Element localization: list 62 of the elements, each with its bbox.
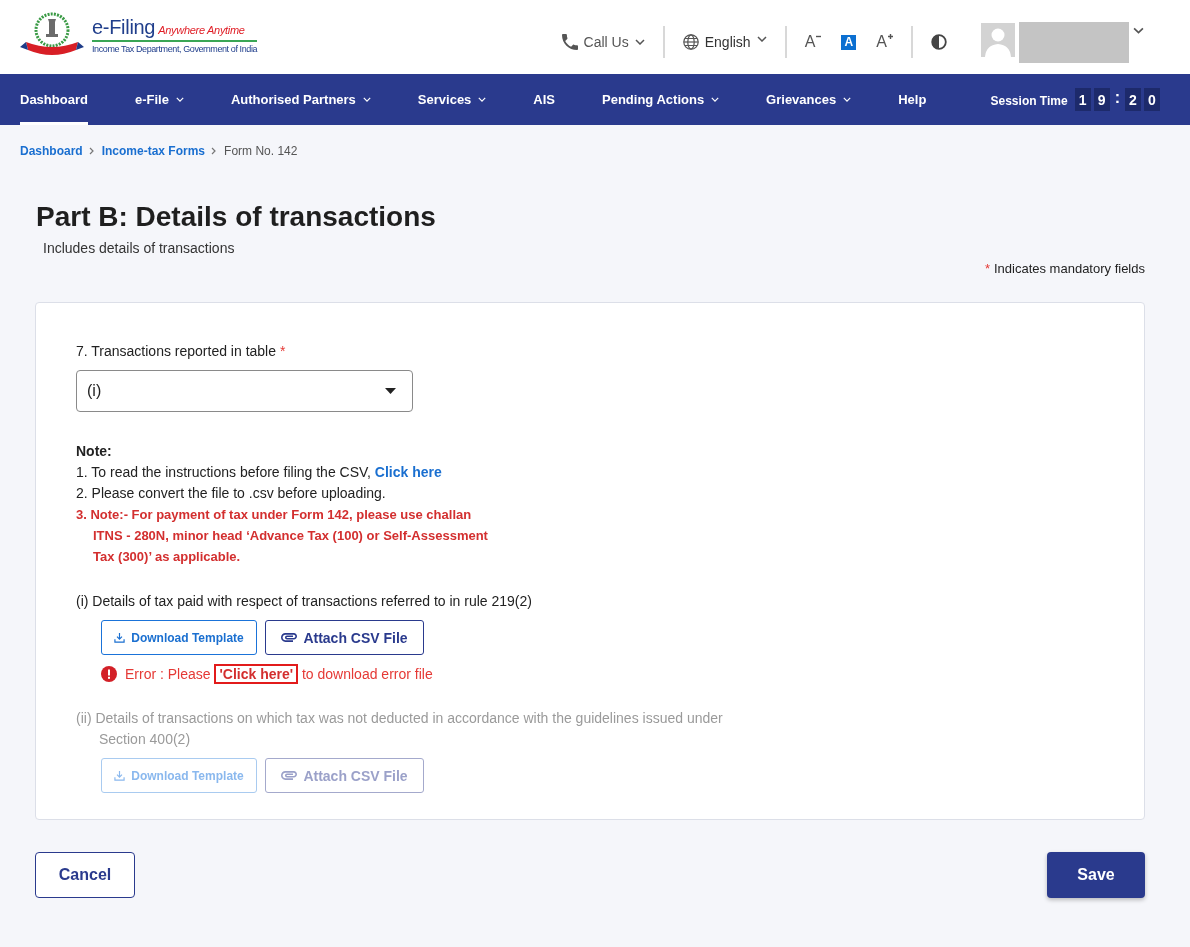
session-time-label: Session Time xyxy=(990,93,1068,108)
page-subtitle: Includes details of transactions xyxy=(43,239,236,257)
required-marker: * xyxy=(984,260,990,278)
language-button[interactable]: English xyxy=(682,34,767,50)
download-icon xyxy=(114,632,126,643)
font-decrease-button[interactable]: A xyxy=(804,34,822,50)
nav-item[interactable]: Dashboard xyxy=(20,74,88,125)
font-increase-button[interactable]: A xyxy=(876,34,893,50)
section-label: (ii) Details of transactions on which tax was not deducted in accordance with the guidelines issued under Section 400(2) xyxy=(76,709,724,749)
minus-icon xyxy=(816,34,822,39)
globe-icon xyxy=(682,34,699,50)
nav-item[interactable]: e-File xyxy=(134,74,184,125)
page-title: Part B: Details of transactions xyxy=(36,200,437,234)
contrast-icon[interactable] xyxy=(931,34,947,50)
mandatory-note: Indicates mandatory fields xyxy=(993,260,1145,278)
save-button[interactable]: Save xyxy=(1047,852,1145,898)
nav-item[interactable]: Authorised Partners xyxy=(230,74,371,125)
logo-title: e-Filing xyxy=(92,16,156,39)
emblem-icon xyxy=(20,12,84,58)
breadcrumb-link[interactable]: Dashboard xyxy=(20,144,83,158)
cancel-button[interactable]: Cancel xyxy=(35,852,135,898)
error-icon xyxy=(101,666,117,682)
attach-csv-button[interactable]: Attach CSV File xyxy=(265,620,424,655)
chevron-down-icon xyxy=(756,36,767,42)
nav-item[interactable]: Services xyxy=(417,74,487,125)
download-icon xyxy=(114,770,126,781)
question-label: 7. Transactions reported in table xyxy=(76,342,276,361)
call-us-button[interactable]: Call Us xyxy=(561,34,645,50)
table-select[interactable]: (i) xyxy=(76,370,413,412)
timer-separator: : xyxy=(1113,89,1121,107)
instructions-link[interactable]: Click here xyxy=(374,464,442,480)
chevron-down-icon xyxy=(1133,26,1144,34)
required-marker: * xyxy=(280,342,286,361)
breadcrumb-current: Form No. 142 xyxy=(224,144,298,158)
paperclip-icon xyxy=(281,633,298,642)
note-text: 2. Please convert the file to .csv before uploading. xyxy=(76,484,387,503)
note-title: Note: xyxy=(76,442,113,461)
nav-item[interactable]: Grievances xyxy=(766,74,852,125)
chevron-down-icon xyxy=(634,39,645,45)
logo-subtitle: Income Tax Department, Government of India xyxy=(92,44,258,54)
phone-icon xyxy=(561,34,578,50)
logo-tagline: Anywhere Anytime xyxy=(158,24,245,36)
paperclip-icon xyxy=(281,771,298,780)
nav-item[interactable]: Pending Actions xyxy=(602,74,720,125)
font-reset-button[interactable]: A xyxy=(841,34,857,50)
download-template-button[interactable]: Download Template xyxy=(101,620,257,655)
nav-item[interactable]: AIS xyxy=(533,74,556,125)
chevron-right-icon xyxy=(211,147,217,155)
note-text: 1. To read the instructions before filing the CSV, Click here xyxy=(76,463,443,482)
warning-text: 3. Note:- For payment of tax under Form 142, please use challan ITNS - 280N, minor head ‘Advance Tax (100) or Self-Assessment Tax (300)’ as applicable. xyxy=(76,506,488,566)
timer-digit: 2 xyxy=(1125,88,1141,111)
chevron-right-icon xyxy=(88,147,94,155)
breadcrumb-link[interactable]: Income-tax Forms xyxy=(101,144,206,158)
nav-item[interactable]: Help xyxy=(898,74,927,125)
error-message: Error : Please 'Click here' to download error file xyxy=(125,664,433,684)
caret-icon xyxy=(385,388,396,394)
timer-digit: 1 xyxy=(1074,88,1091,111)
timer-digit: 0 xyxy=(1144,88,1160,111)
error-file-link[interactable]: 'Click here' xyxy=(214,664,299,684)
timer-digit: 9 xyxy=(1093,88,1110,111)
section-label: (i) Details of tax paid with respect of transactions referred to in rule 219(2) xyxy=(76,592,533,611)
plus-icon xyxy=(888,34,893,39)
